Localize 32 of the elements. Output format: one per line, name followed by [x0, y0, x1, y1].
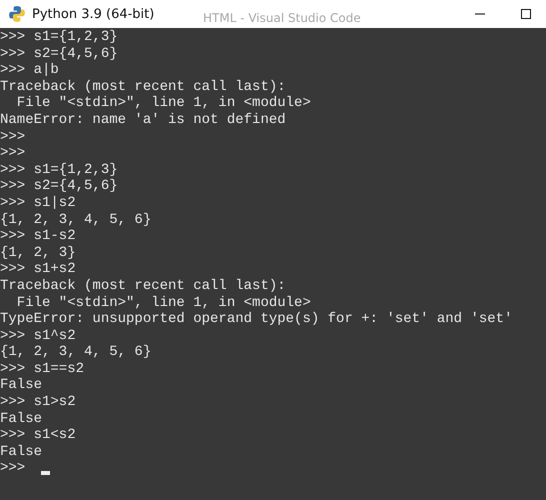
console-line: Traceback (most recent call last):: [0, 278, 286, 294]
console-line: False: [0, 410, 42, 428]
console-line: >>> s1+s2: [0, 261, 76, 278]
console-line: False: [0, 377, 42, 394]
console-line: {1, 2, 3}: [0, 244, 76, 262]
console-line: Traceback (most recent call last):: [0, 78, 286, 96]
console-line: >>> s1<s2: [0, 427, 76, 444]
python-logo-icon: [8, 5, 26, 23]
console-line: >>> s1^s2: [0, 328, 76, 344]
console-line: >>> s1>s2: [0, 394, 76, 411]
console-line: >>> s1|s2: [0, 194, 76, 212]
console-line: >>>: [0, 128, 26, 146]
console-line: >>> s2={4,5,6}: [0, 178, 118, 195]
background-window-title: HTML - Visual Studio Code: [203, 11, 361, 25]
console-line: {1, 2, 3, 4, 5, 6}: [0, 344, 152, 361]
console-line: TypeError: unsupported operand type(s) for +: 'set' and 'set': [0, 311, 512, 328]
console-line: >>> s1={1,2,3}: [0, 162, 118, 178]
console-line: False: [0, 444, 42, 460]
console-line: >>> s1-s2: [0, 228, 76, 245]
console-prompt: >>>: [0, 460, 26, 478]
console-line: >>> s2={4,5,6}: [0, 46, 118, 62]
console-line: {1, 2, 3, 4, 5, 6}: [0, 212, 152, 228]
console-line: NameError: name 'a' is not defined: [0, 112, 286, 129]
console-line: >>> s1={1,2,3}: [0, 29, 118, 46]
console-line: File "<stdin>", line 1, in <module>: [16, 95, 311, 112]
console-line: >>>: [0, 145, 26, 162]
window-title: Python 3.9 (64-bit): [32, 6, 154, 22]
maximize-icon: [520, 8, 532, 20]
console-line: >>> s1==s2: [0, 360, 84, 378]
console-line: File "<stdin>", line 1, in <module>: [16, 294, 311, 312]
text-cursor: [41, 470, 50, 475]
console-line: >>> a|b: [0, 62, 59, 79]
